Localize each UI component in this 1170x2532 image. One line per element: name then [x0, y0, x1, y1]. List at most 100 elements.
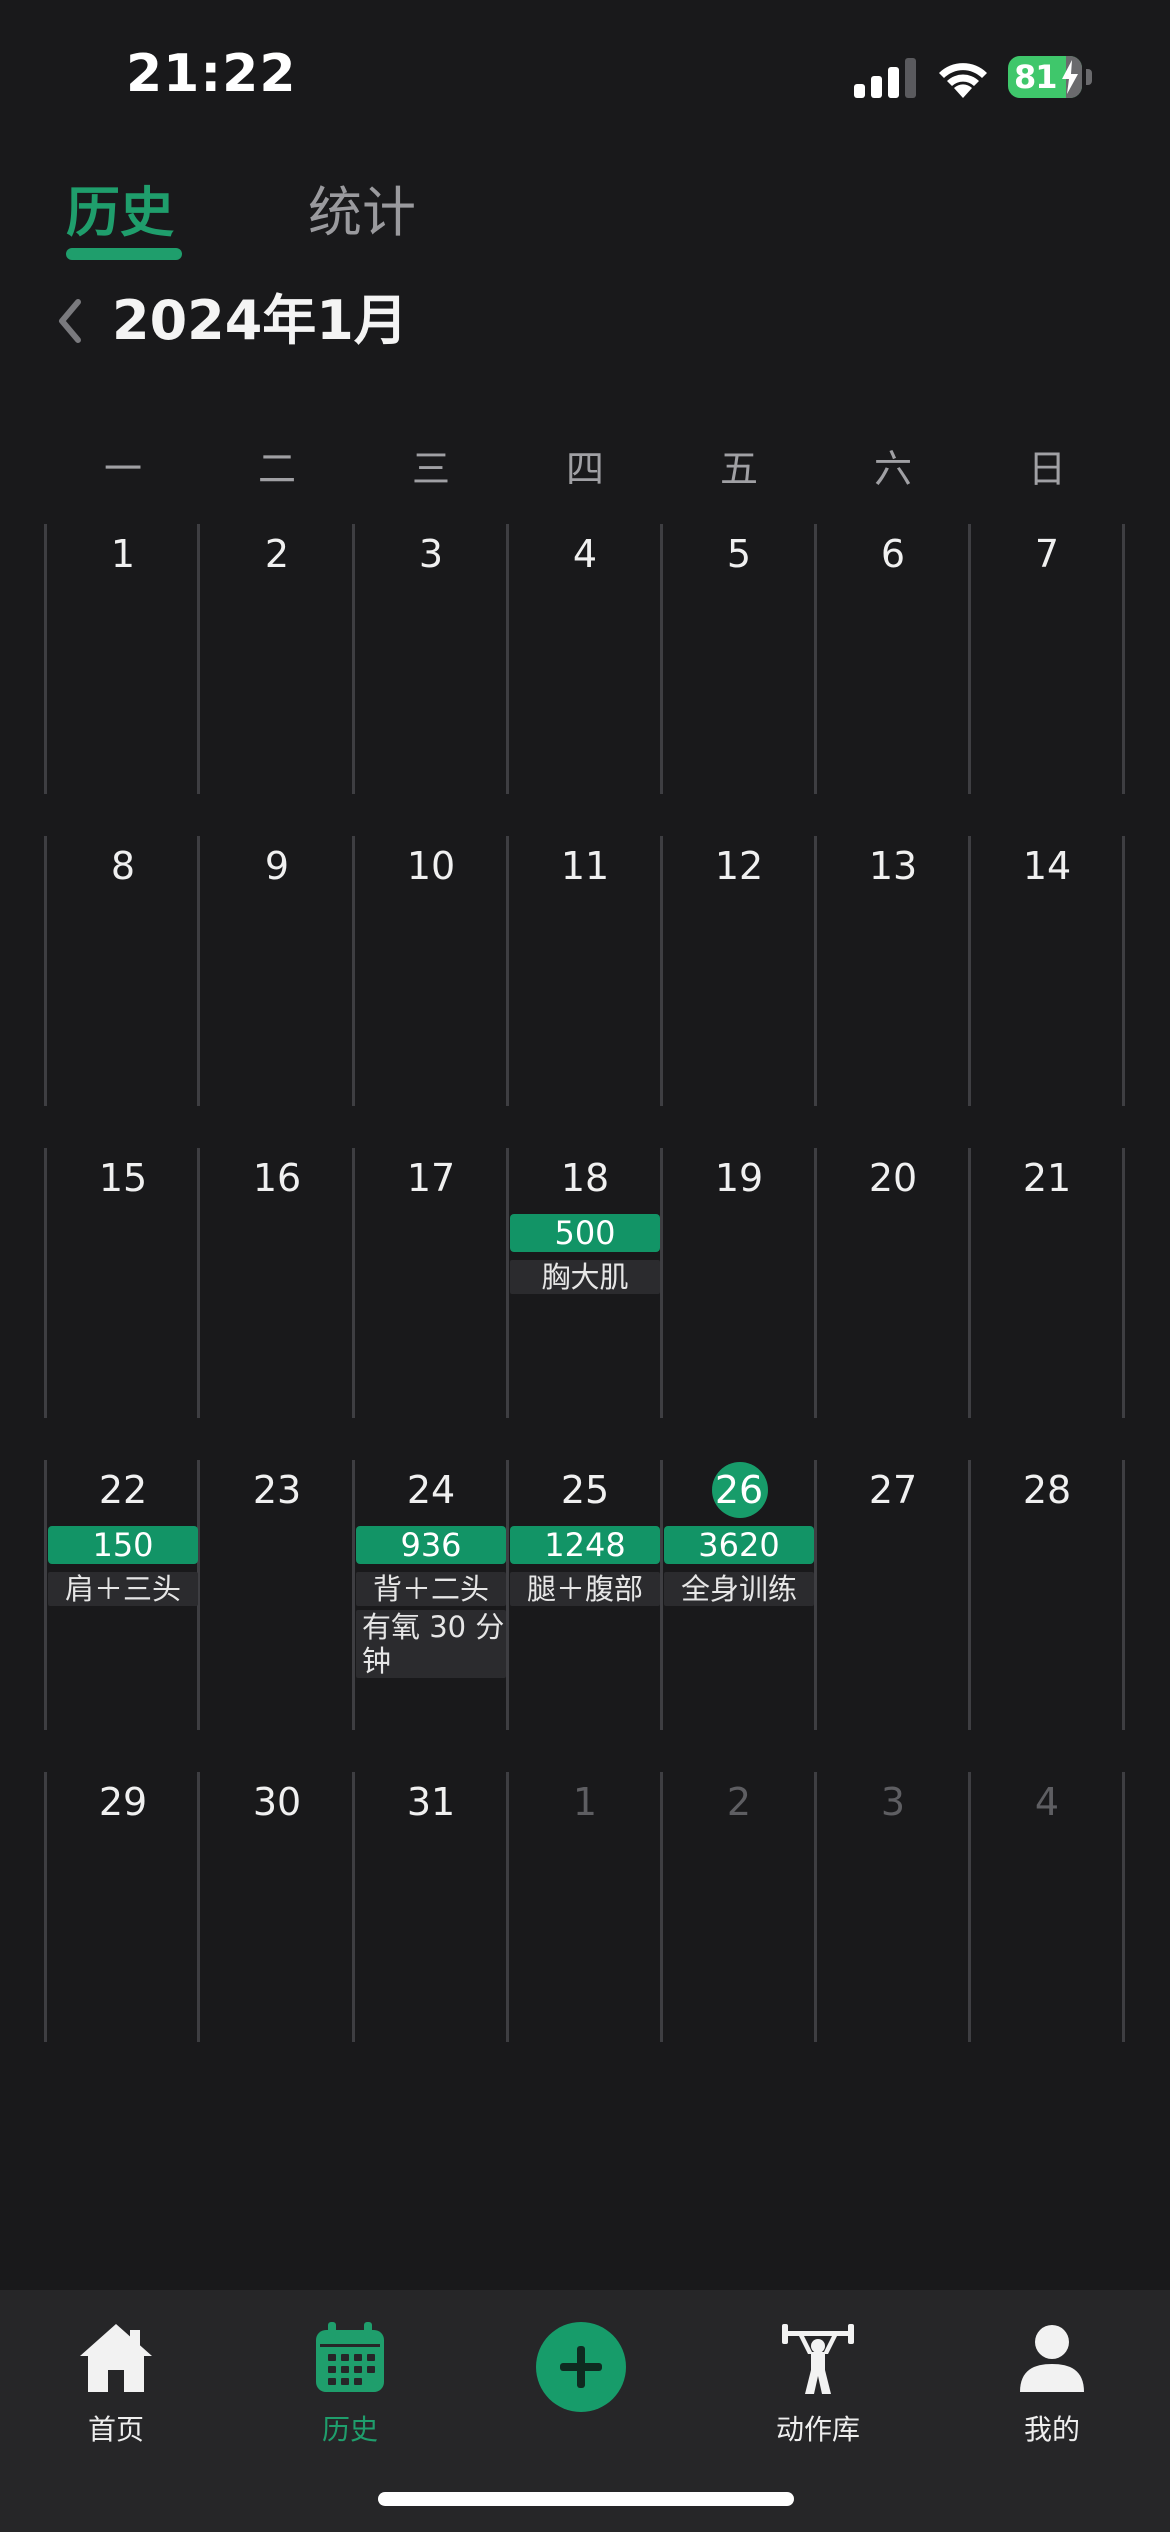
calendar-day[interactable]: 6 [816, 524, 970, 794]
day-number: 18 [560, 1156, 610, 1200]
calendar-icon [316, 2322, 384, 2392]
day-number: 16 [252, 1156, 302, 1200]
day-number: 25 [560, 1468, 610, 1512]
workout-label: 有氧 30 分钟 [356, 1610, 506, 1678]
plus-icon [560, 2346, 602, 2388]
day-number: 3 [880, 1780, 906, 1824]
day-number: 5 [726, 532, 752, 576]
battery-icon: 81 [1008, 56, 1092, 100]
calendar-day[interactable]: 29 [46, 1772, 200, 2042]
previous-month-chevron-icon[interactable] [52, 296, 88, 346]
calendar-day[interactable]: 20 [816, 1148, 970, 1418]
day-number: 9 [264, 844, 290, 888]
calendar-day[interactable]: 2 [200, 524, 354, 794]
calendar-day[interactable]: 14 [970, 836, 1124, 1106]
calendar-day[interactable]: 11 [508, 836, 662, 1106]
weekday-label: 五 [719, 447, 758, 491]
calendar-day[interactable]: 19 [662, 1148, 816, 1418]
calendar-day[interactable]: 21 [970, 1148, 1124, 1418]
workout-volume-badge: 3620 [664, 1526, 814, 1564]
workout-volume-badge: 150 [48, 1526, 198, 1564]
calendar-day[interactable]: 18 500 胸大肌 [508, 1148, 662, 1418]
weekday-label: 日 [1027, 447, 1066, 491]
calendar-day[interactable]: 4 [970, 1772, 1124, 2042]
workout-label: 胸大肌 [510, 1260, 660, 1294]
nav-profile-label: 我的 [1023, 2413, 1080, 2446]
calendar-day[interactable]: 1 [508, 1772, 662, 2042]
calendar-day[interactable]: 3 [816, 1772, 970, 2042]
nav-history[interactable]: 历史 [270, 2290, 430, 2470]
day-number: 1 [110, 532, 136, 576]
app-screen: 21:22 81 历史 统计 2024年1月 一二三四五六日 1 2 3 4 5… [0, 0, 1170, 2532]
workout-label: 肩＋三头 [48, 1572, 198, 1606]
day-number: 27 [868, 1468, 918, 1512]
tab-statistics[interactable]: 统计 [308, 178, 416, 248]
calendar-day[interactable]: 26 3620 全身训练 [662, 1460, 816, 1730]
day-number: 20 [868, 1156, 918, 1200]
wifi-icon [939, 63, 987, 98]
workout-volume-badge: 936 [356, 1526, 506, 1564]
weightlifter-icon [782, 2324, 854, 2394]
status-bar: 21:22 81 [0, 0, 1170, 150]
day-number: 7 [1034, 532, 1060, 576]
calendar-day[interactable]: 4 [508, 524, 662, 794]
calendar-day[interactable]: 16 [200, 1148, 354, 1418]
calendar-day[interactable]: 3 [354, 524, 508, 794]
day-number: 2 [726, 1780, 752, 1824]
calendar-day[interactable]: 5 [662, 524, 816, 794]
nav-profile[interactable]: 我的 [972, 2290, 1132, 2470]
day-number: 12 [714, 844, 764, 888]
day-number: 1 [572, 1780, 598, 1824]
calendar-day[interactable]: 7 [970, 524, 1124, 794]
calendar-day[interactable]: 27 [816, 1460, 970, 1730]
workout-volume-badge: 500 [510, 1214, 660, 1252]
calendar-day[interactable]: 30 [200, 1772, 354, 2042]
day-number: 28 [1022, 1468, 1072, 1512]
charging-bolt-icon [1062, 60, 1078, 94]
calendar-day[interactable]: 24 936 背＋二头 有氧 30 分钟 [354, 1460, 508, 1730]
calendar-day[interactable]: 22 150 肩＋三头 [46, 1460, 200, 1730]
day-number: 10 [406, 844, 456, 888]
nav-exercise-library[interactable]: 动作库 [738, 2290, 898, 2470]
calendar-day[interactable]: 8 [46, 836, 200, 1106]
calendar-day[interactable]: 31 [354, 1772, 508, 2042]
calendar-day[interactable]: 12 [662, 836, 816, 1106]
calendar-day[interactable]: 9 [200, 836, 354, 1106]
nav-history-label: 历史 [321, 2413, 378, 2446]
battery-level: 81 [1014, 58, 1058, 96]
workout-label: 腿＋腹部 [510, 1572, 660, 1606]
day-number: 29 [98, 1780, 148, 1824]
calendar-day[interactable]: 2 [662, 1772, 816, 2042]
calendar-day[interactable]: 25 1248 腿＋腹部 [508, 1460, 662, 1730]
day-number: 30 [252, 1780, 302, 1824]
tab-history[interactable]: 历史 [66, 178, 174, 248]
day-number: 2 [264, 532, 290, 576]
home-icon [80, 2324, 152, 2392]
nav-home[interactable]: 首页 [36, 2290, 196, 2470]
nav-home-label: 首页 [87, 2413, 144, 2446]
status-time: 21:22 [126, 44, 297, 104]
workout-label: 背＋二头 [356, 1572, 506, 1606]
day-number: 31 [406, 1780, 456, 1824]
day-number: 6 [880, 532, 906, 576]
add-workout-button[interactable] [536, 2322, 626, 2412]
weekday-label: 一 [103, 447, 142, 491]
day-number: 19 [714, 1156, 764, 1200]
day-number: 4 [1034, 1780, 1060, 1824]
calendar-day[interactable]: 1 [46, 524, 200, 794]
calendar-day[interactable]: 28 [970, 1460, 1124, 1730]
calendar-day[interactable]: 13 [816, 836, 970, 1106]
calendar-day[interactable]: 10 [354, 836, 508, 1106]
calendar-day[interactable]: 17 [354, 1148, 508, 1418]
active-tab-indicator [66, 248, 182, 260]
day-number: 26 [714, 1468, 764, 1512]
workout-volume-badge: 1248 [510, 1526, 660, 1564]
day-number: 17 [406, 1156, 456, 1200]
calendar-day[interactable]: 15 [46, 1148, 200, 1418]
day-number: 22 [98, 1468, 148, 1512]
workout-label: 全身训练 [664, 1572, 814, 1606]
day-number: 4 [572, 532, 598, 576]
calendar-day[interactable]: 23 [200, 1460, 354, 1730]
cellular-signal-icon [854, 58, 916, 98]
day-number: 21 [1022, 1156, 1072, 1200]
